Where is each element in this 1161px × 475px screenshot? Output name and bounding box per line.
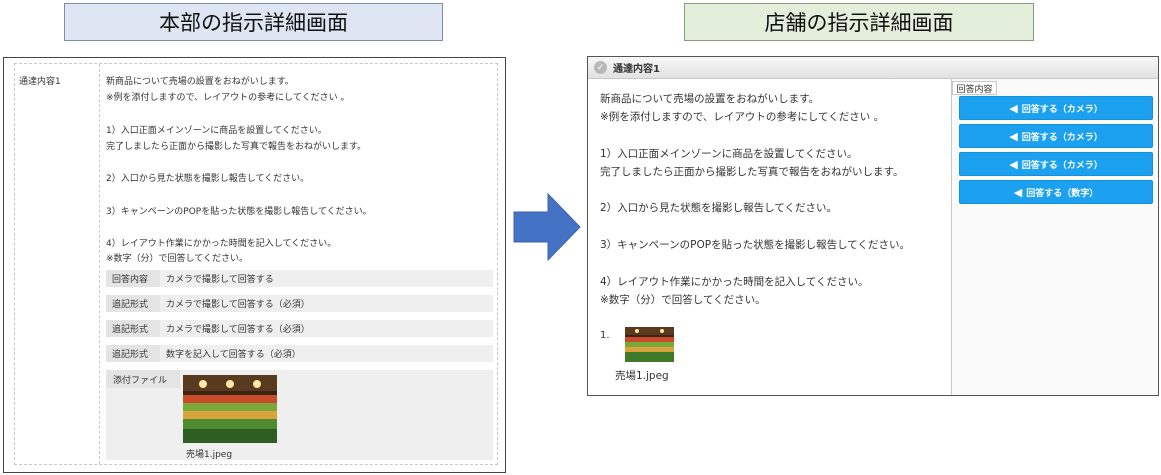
answer-camera-button[interactable]: ◀ 回答する（カメラ） — [959, 124, 1153, 148]
notice-line: 2）入口から見た状態を撮影し報告してください。 — [106, 174, 310, 184]
notice-line: ※数字（分）で回答してください。 — [600, 294, 766, 306]
notice-line: 新商品について売場の設置をおねがいします。 — [600, 93, 820, 105]
button-label: 回答する（カメラ） — [1021, 104, 1103, 115]
row-value: 数字を記入して回答する（必須） — [166, 350, 301, 360]
reply-icon: ◀ — [1009, 157, 1018, 171]
row-key: 回答内容 — [106, 270, 160, 287]
row-value: カメラで撮影して回答する（必須） — [166, 325, 310, 335]
attachment-number: 1. — [600, 330, 610, 341]
append-format-row: 追記形式 数字を記入して回答する（必須） — [106, 345, 493, 362]
row-key: 追記形式 — [106, 345, 160, 362]
button-label: 回答する（数字） — [1026, 188, 1099, 199]
column-divider — [99, 64, 100, 464]
notice-line: 4）レイアウト作業にかかった時間を記入してください。 — [600, 276, 869, 288]
right-arrow-icon — [513, 192, 581, 262]
notice-line: 完了しましたら正面から撮影した写真で報告をおねがいします。 — [600, 166, 904, 178]
answer-content-row: 回答内容 カメラで撮影して回答する — [106, 270, 493, 287]
notice-line: ※例を添付しますので、レイアウトの参考にしてください 。 — [106, 93, 350, 103]
button-label: 回答する（カメラ） — [1021, 132, 1103, 143]
reply-icon: ◀ — [1009, 129, 1018, 143]
store-detail-panel: ✓ 通達内容1 新商品について売場の設置をおねがいします。 ※例を添付しますので… — [587, 56, 1159, 396]
row-value: カメラで撮影して回答する（必須） — [166, 300, 310, 310]
reply-icon: ◀ — [1009, 101, 1018, 115]
attachment-row: 添付ファイル 売場1.jpeg — [106, 370, 493, 460]
attachment-filename[interactable]: 売場1.jpeg — [615, 368, 669, 383]
store-screen-header: 店舗の指示詳細画面 — [684, 3, 1034, 41]
check-circle-icon: ✓ — [594, 61, 607, 74]
hq-screen-header: 本部の指示詳細画面 — [64, 3, 443, 41]
notice-line: ※例を添付しますので、レイアウトの参考にしてください 。 — [600, 111, 885, 123]
hq-detail-panel: 通達内容1 新商品について売場の設置をおねがいします。 ※例を添付しますので、レ… — [3, 57, 506, 473]
attachment-filename[interactable]: 売場1.jpeg — [186, 447, 232, 460]
answer-content-tab[interactable]: 回答内容 — [952, 81, 997, 95]
row-value: カメラで撮影して回答する — [166, 275, 274, 285]
notice-line: 完了しましたら正面から撮影した写真で報告をおねがいします。 — [106, 142, 367, 152]
notice-titlebar: ✓ 通達内容1 — [588, 57, 1158, 79]
hq-detail-table: 通達内容1 新商品について売場の設置をおねがいします。 ※例を添付しますので、レ… — [14, 63, 498, 465]
notice-line: 1）入口正面メインゾーンに商品を設置してください。 — [600, 148, 858, 160]
answer-sidebar: 回答内容 ◀ 回答する（カメラ） ◀ 回答する（カメラ） ◀ 回答する（カメラ）… — [951, 79, 1158, 395]
notice-line: 4）レイアウト作業にかかった時間を記入してください。 — [106, 239, 337, 249]
reply-icon: ◀ — [1013, 185, 1023, 199]
append-format-row: 追記形式 カメラで撮影して回答する（必須） — [106, 320, 493, 337]
notice-line: 3）キャンペーンのPOPを貼った状態を撮影し報告してください。 — [600, 239, 910, 251]
append-format-row: 追記形式 カメラで撮影して回答する（必須） — [106, 295, 493, 312]
notice-title: 通達内容1 — [613, 64, 660, 75]
row-key: 追記形式 — [106, 320, 160, 337]
attachment-thumbnail[interactable] — [183, 375, 277, 443]
answer-camera-button[interactable]: ◀ 回答する（カメラ） — [959, 96, 1153, 120]
notice-line: 新商品について売場の設置をおねがいします。 — [106, 77, 294, 87]
notice-label: 通達内容1 — [19, 77, 61, 87]
row-key: 追記形式 — [106, 295, 160, 312]
button-label: 回答する（カメラ） — [1021, 160, 1103, 171]
notice-line: 1）入口正面メインゾーンに商品を設置してください。 — [106, 126, 327, 136]
notice-line: ※数字（分）で回答してください。 — [106, 254, 249, 264]
notice-line: 2）入口から見た状態を撮影し報告してください。 — [600, 202, 838, 214]
attachment-thumbnail[interactable] — [625, 327, 674, 362]
notice-line: 3）キャンペーンのPOPを貼った状態を撮影し報告してください。 — [106, 207, 372, 217]
answer-number-button[interactable]: ◀ 回答する（数字） — [959, 180, 1153, 204]
answer-camera-button[interactable]: ◀ 回答する（カメラ） — [959, 152, 1153, 176]
attachment-label: 添付ファイル — [106, 370, 180, 388]
